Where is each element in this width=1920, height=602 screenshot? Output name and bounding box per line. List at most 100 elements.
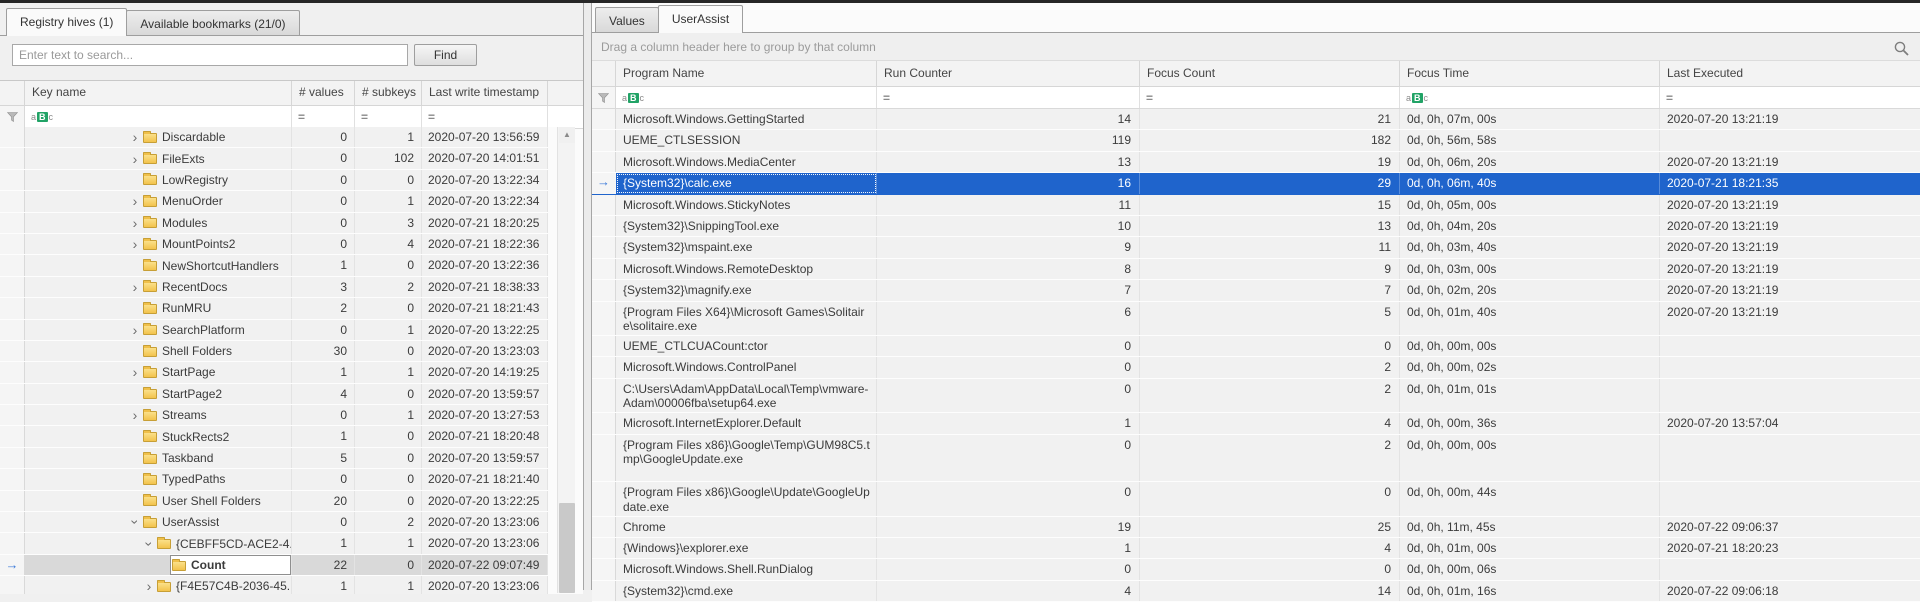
column-header-last-executed[interactable]: Last Executed bbox=[1660, 61, 1920, 86]
grid-row[interactable]: Microsoft.Windows.RemoteDesktop890d, 0h,… bbox=[592, 259, 1920, 280]
grid-row[interactable]: Microsoft.Windows.ControlPanel020d, 0h, … bbox=[592, 357, 1920, 378]
focus-count-filter-cell[interactable] bbox=[1140, 87, 1400, 108]
key-name-filter-cell[interactable] bbox=[25, 106, 292, 128]
tab-available-bookmarks[interactable]: Available bookmarks (21/0) bbox=[126, 10, 299, 36]
last-executed-filter-cell[interactable] bbox=[1660, 87, 1920, 108]
key-name-label: Modules bbox=[162, 213, 207, 233]
subkeys-count-cell: 0 bbox=[355, 255, 422, 275]
key-name-label: LowRegistry bbox=[162, 170, 228, 190]
grid-row[interactable]: {Program Files x86}\Google\Update\Google… bbox=[592, 482, 1920, 517]
last-write-timestamp-cell: 2020-07-20 13:22:34 bbox=[422, 170, 548, 190]
run-counter-filter-cell[interactable] bbox=[877, 87, 1140, 108]
column-header-run-counter[interactable]: Run Counter bbox=[877, 61, 1140, 86]
tree-row[interactable]: StartPage2402020-07-20 13:59:57 bbox=[0, 384, 548, 405]
tree-row[interactable]: UserAssist022020-07-20 13:23:06 bbox=[0, 512, 548, 533]
expand-icon[interactable] bbox=[128, 365, 142, 379]
column-header-last-write[interactable]: Last write timestamp bbox=[422, 81, 548, 105]
find-button[interactable]: Find bbox=[414, 44, 477, 66]
grid-row[interactable]: {System32}\cmd.exe4140d, 0h, 01m, 16s202… bbox=[592, 581, 1920, 602]
grid-row[interactable]: Microsoft.Windows.StickyNotes11150d, 0h,… bbox=[592, 195, 1920, 216]
grid-row[interactable]: Chrome19250d, 0h, 11m, 45s2020-07-22 09:… bbox=[592, 517, 1920, 538]
grid-row[interactable]: UEME_CTLSESSION1191820d, 0h, 56m, 58s bbox=[592, 130, 1920, 151]
tree-row[interactable]: SearchPlatform012020-07-20 13:22:25 bbox=[0, 320, 548, 341]
expand-icon[interactable] bbox=[128, 280, 142, 294]
tree-row[interactable]: RecentDocs322020-07-21 18:38:33 bbox=[0, 277, 548, 298]
column-header-focus-time[interactable]: Focus Time bbox=[1400, 61, 1660, 86]
tree-row[interactable]: StuckRects2102020-07-21 18:20:48 bbox=[0, 426, 548, 447]
column-header-subkeys[interactable]: # subkeys bbox=[355, 81, 422, 105]
key-name-cell: Count bbox=[25, 555, 292, 575]
tree-row[interactable]: Streams012020-07-20 13:27:53 bbox=[0, 405, 548, 426]
tree-row[interactable]: Taskband502020-07-20 13:59:57 bbox=[0, 448, 548, 469]
group-by-bar[interactable]: Drag a column header here to group by th… bbox=[592, 33, 1920, 61]
grid-row[interactable]: {Program Files X64}\Microsoft Games\Soli… bbox=[592, 302, 1920, 337]
run-counter-cell: 8 bbox=[877, 259, 1140, 279]
subkeys-count-cell: 1 bbox=[355, 191, 422, 211]
grid-row[interactable]: C:\Users\Adam\AppData\Local\Temp\vmware-… bbox=[592, 379, 1920, 414]
grid-row[interactable]: Microsoft.Windows.Shell.RunDialog000d, 0… bbox=[592, 559, 1920, 580]
tree-row[interactable]: StartPage112020-07-20 14:19:25 bbox=[0, 362, 548, 383]
expand-icon[interactable] bbox=[128, 237, 142, 251]
grid-row[interactable]: Microsoft.Windows.GettingStarted14210d, … bbox=[592, 109, 1920, 130]
tree-row[interactable]: MountPoints2042020-07-21 18:22:36 bbox=[0, 234, 548, 255]
collapse-icon[interactable] bbox=[142, 537, 156, 551]
tree-row[interactable]: User Shell Folders2002020-07-20 13:22:25 bbox=[0, 491, 548, 512]
key-label-box: TypedPaths bbox=[142, 469, 291, 489]
grid-row[interactable]: {Windows}\explorer.exe140d, 0h, 01m, 00s… bbox=[592, 538, 1920, 559]
tree-vertical-scrollbar[interactable] bbox=[557, 127, 575, 593]
column-header-key-name[interactable]: Key name bbox=[25, 81, 292, 105]
grid-row[interactable]: Microsoft.InternetExplorer.Default140d, … bbox=[592, 413, 1920, 434]
program-name-filter-cell[interactable] bbox=[616, 87, 877, 108]
timestamp-filter-cell[interactable] bbox=[422, 106, 548, 128]
expand-icon[interactable] bbox=[142, 579, 156, 593]
expand-icon[interactable] bbox=[128, 323, 142, 337]
scrollbar-thumb[interactable] bbox=[559, 503, 575, 593]
grid-row-indicator bbox=[592, 152, 616, 172]
tree-row[interactable]: MenuOrder012020-07-20 13:22:34 bbox=[0, 191, 548, 212]
grid-row[interactable]: {System32}\mspaint.exe9110d, 0h, 03m, 40… bbox=[592, 237, 1920, 258]
expand-icon[interactable] bbox=[128, 216, 142, 230]
column-header-focus-count[interactable]: Focus Count bbox=[1140, 61, 1400, 86]
tree-row[interactable]: Modules032020-07-21 18:20:25 bbox=[0, 213, 548, 234]
focus-time-filter-cell[interactable] bbox=[1400, 87, 1660, 108]
expand-icon[interactable] bbox=[128, 152, 142, 166]
grid-row[interactable]: {System32}\calc.exe16290d, 0h, 06m, 40s2… bbox=[592, 173, 1920, 194]
tree-row[interactable]: FileExts01022020-07-20 14:01:51 bbox=[0, 148, 548, 169]
tree-row[interactable]: Shell Folders3002020-07-20 13:23:03 bbox=[0, 341, 548, 362]
focus-time-cell: 0d, 0h, 01m, 16s bbox=[1400, 581, 1660, 601]
search-icon[interactable] bbox=[1893, 40, 1910, 57]
expand-icon[interactable] bbox=[128, 130, 142, 144]
expand-icon[interactable] bbox=[128, 408, 142, 422]
tree-row[interactable]: {F4E57C4B-2036-45...112020-07-20 13:23:0… bbox=[0, 576, 548, 594]
last-executed-cell bbox=[1660, 435, 1920, 482]
tree-row[interactable]: LowRegistry002020-07-20 13:22:34 bbox=[0, 170, 548, 191]
column-header-values[interactable]: # values bbox=[292, 81, 355, 105]
grid-row[interactable]: Microsoft.Windows.MediaCenter13190d, 0h,… bbox=[592, 152, 1920, 173]
tab-registry-hives[interactable]: Registry hives (1) bbox=[6, 8, 127, 36]
subkeys-filter-cell[interactable] bbox=[355, 106, 422, 128]
filter-row-indicator[interactable] bbox=[592, 87, 616, 108]
expand-icon[interactable] bbox=[128, 194, 142, 208]
collapse-icon[interactable] bbox=[128, 515, 142, 529]
grid-row[interactable]: UEME_CTLCUACount:ctor000d, 0h, 00m, 00s bbox=[592, 336, 1920, 357]
tree-row[interactable]: {CEBFF5CD-ACE2-4...112020-07-20 13:23:06 bbox=[0, 533, 548, 554]
column-header-program-name[interactable]: Program Name bbox=[616, 61, 877, 86]
panel-splitter[interactable] bbox=[584, 3, 592, 590]
grid-row[interactable]: {Program Files x86}\Google\Temp\GUM98C5.… bbox=[592, 435, 1920, 483]
search-input[interactable] bbox=[12, 44, 408, 66]
funnel-icon bbox=[598, 93, 609, 103]
scrollbar-up-arrow-icon[interactable] bbox=[559, 127, 575, 143]
tree-row[interactable]: RunMRU202020-07-21 18:21:43 bbox=[0, 298, 548, 319]
subkeys-count-cell: 1 bbox=[355, 127, 422, 147]
tab-values[interactable]: Values bbox=[595, 7, 659, 33]
tree-row[interactable]: NewShortcutHandlers102020-07-20 13:22:36 bbox=[0, 255, 548, 276]
values-filter-cell[interactable] bbox=[292, 106, 355, 128]
grid-row[interactable]: {System32}\SnippingTool.exe10130d, 0h, 0… bbox=[592, 216, 1920, 237]
tree-row[interactable]: TypedPaths002020-07-21 18:21:40 bbox=[0, 469, 548, 490]
filter-row-indicator[interactable] bbox=[0, 106, 25, 128]
tab-userassist[interactable]: UserAssist bbox=[658, 5, 743, 33]
tree-row[interactable]: Count2202020-07-22 09:07:49 bbox=[0, 555, 548, 576]
tree-row[interactable]: Discardable012020-07-20 13:56:59 bbox=[0, 127, 548, 148]
grid-row-indicator bbox=[592, 336, 616, 356]
grid-row[interactable]: {System32}\magnify.exe770d, 0h, 02m, 20s… bbox=[592, 280, 1920, 301]
